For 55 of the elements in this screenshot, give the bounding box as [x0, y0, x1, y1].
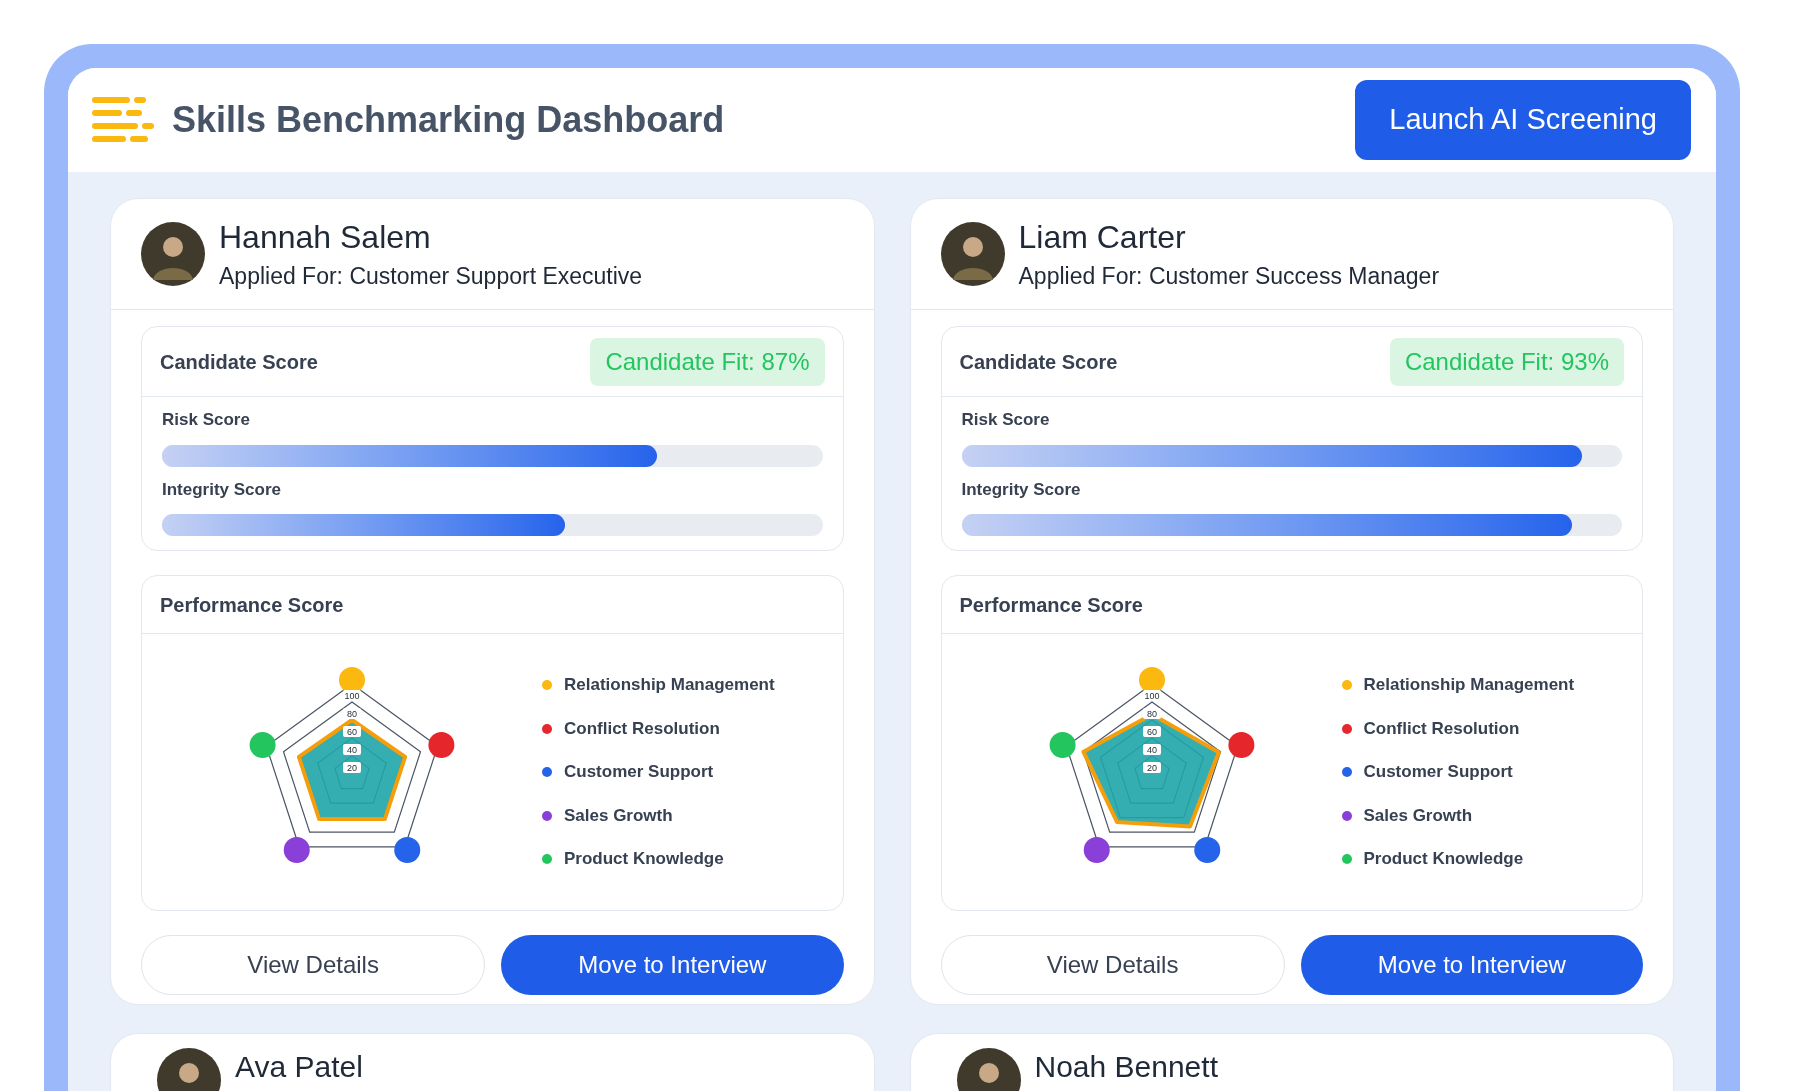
axis-tick-label: 60 [1142, 726, 1161, 737]
avatar [141, 222, 205, 286]
move-to-interview-button[interactable]: Move to Interview [501, 935, 844, 995]
axis-tick-label: 20 [343, 762, 361, 773]
axis-dot [394, 837, 421, 864]
avatar [940, 222, 1005, 286]
axis-tick-label: 20 [1142, 762, 1161, 773]
axis-dot [249, 731, 276, 758]
panel-title: Candidate Score [160, 349, 318, 375]
axis-tick-label: 100 [1142, 690, 1161, 701]
axis-dot [1049, 731, 1076, 758]
axis-dot [1227, 731, 1254, 758]
axis-dot [1138, 667, 1165, 693]
legend-label: Conflict Resolution [1363, 717, 1520, 740]
axis-dot [283, 837, 310, 864]
legend-label: Customer Support [1363, 761, 1513, 784]
legend-label: Conflict Resolution [564, 717, 720, 740]
panel-title: Performance Score [160, 592, 344, 618]
legend-label: Relationship Management [1363, 674, 1575, 697]
fit-badge: Candidate Fit: 93% [1389, 337, 1624, 386]
score-label: Risk Score [961, 409, 1051, 431]
launch-screening-button[interactable]: Launch AI Screening [1355, 80, 1691, 160]
axis-dot [1193, 837, 1220, 864]
fit-badge: Candidate Fit: 87% [590, 337, 825, 386]
view-details-button[interactable]: View Details [940, 935, 1285, 995]
applied-role: Applied For: Customer Success Manager [1018, 262, 1440, 291]
legend-label: Relationship Management [564, 674, 775, 697]
candidate-name: Ava Patel [235, 1049, 363, 1085]
dashboard-title: Skills Benchmarking Dashboard [172, 98, 725, 142]
score-label: Integrity Score [961, 478, 1082, 501]
axis-dot [339, 667, 365, 693]
menu-lines-icon [92, 97, 154, 143]
score-label: Integrity Score [162, 478, 283, 501]
axis-tick-label: 40 [1142, 744, 1161, 755]
legend-label: Sales Growth [1363, 804, 1473, 827]
score-label: Risk Score [162, 409, 251, 431]
candidate-name: Hannah Salem [219, 218, 432, 257]
legend-label: Product Knowledge [1363, 848, 1524, 871]
panel-title: Candidate Score [959, 349, 1118, 375]
axis-tick-label: 60 [343, 726, 361, 737]
legend-label: Sales Growth [564, 804, 673, 827]
move-to-interview-button[interactable]: Move to Interview [1300, 935, 1643, 995]
axis-tick-label: 80 [1142, 708, 1161, 719]
axis-tick-label: 100 [343, 690, 361, 701]
applied-role: Applied For: Customer Support Executive [219, 262, 643, 291]
axis-dot [428, 731, 455, 758]
legend-label: Product Knowledge [564, 848, 724, 871]
axis-dot [1083, 837, 1110, 864]
panel-title: Performance Score [959, 592, 1143, 618]
candidate-name: Noah Bennett [1034, 1049, 1218, 1085]
axis-tick-label: 40 [343, 744, 361, 755]
view-details-button[interactable]: View Details [141, 935, 486, 995]
legend-label: Customer Support [564, 761, 714, 784]
axis-tick-label: 80 [343, 708, 361, 719]
candidate-name: Liam Carter [1018, 218, 1187, 257]
